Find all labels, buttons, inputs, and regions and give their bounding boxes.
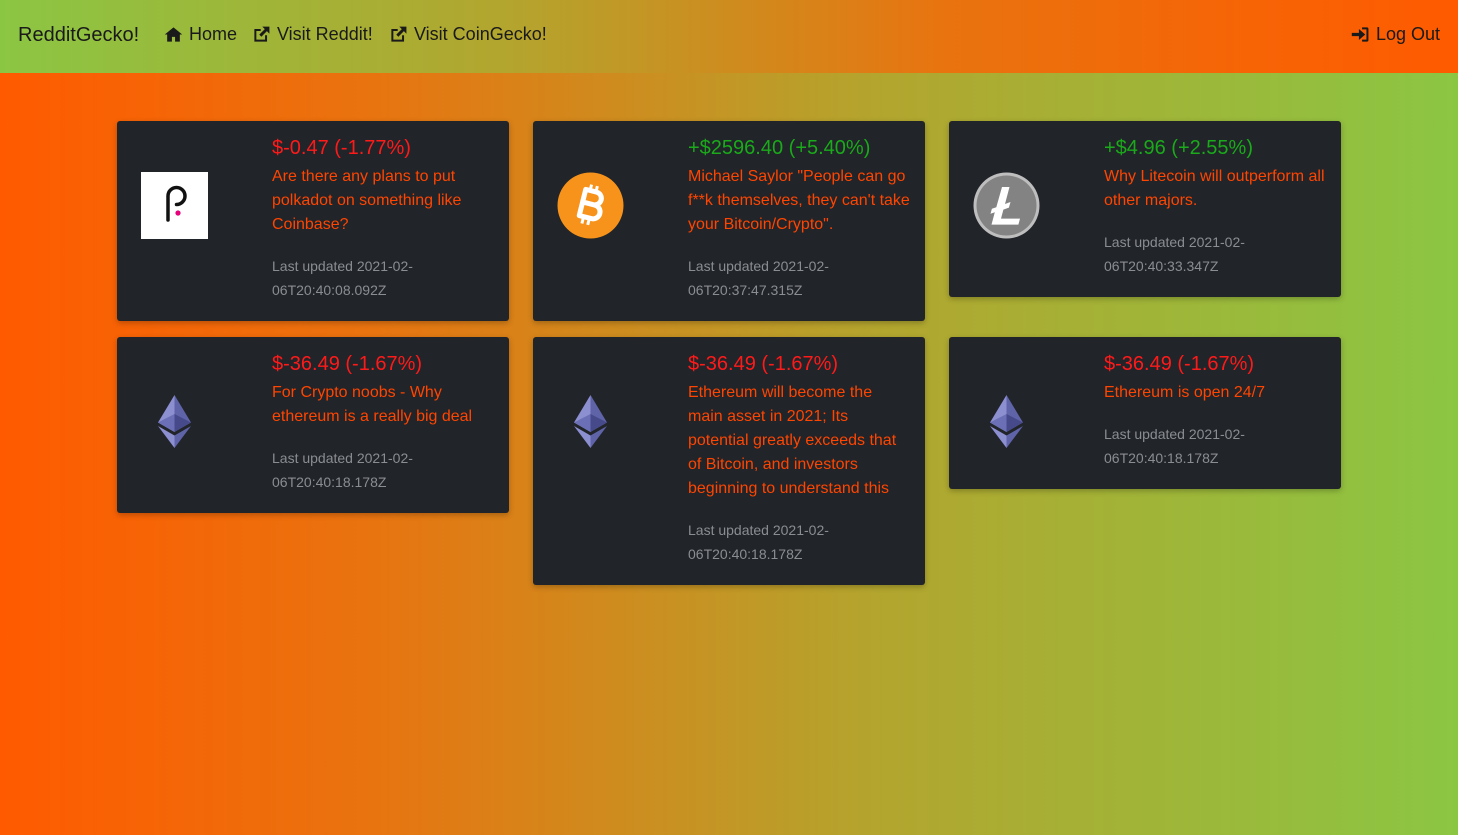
price-change: +$2596.40 (+5.40%): [688, 137, 871, 159]
polkadot-logo-icon: [141, 172, 208, 239]
last-updated-line1: Last updated 2021-02-: [272, 258, 413, 274]
ethereum-logo-icon: [990, 395, 1023, 448]
ethereum-logo-icon: [158, 395, 191, 448]
post-card: +$4.96 (+2.55%) Why Litecoin will outper…: [949, 121, 1341, 297]
external-link-icon: [391, 26, 407, 42]
post-title-link[interactable]: Ethereum is open 24/7: [1104, 381, 1326, 405]
external-link-icon: [254, 26, 270, 42]
post-card: $-0.47 (-1.77%) Are there any plans to p…: [117, 121, 509, 321]
sign-in-icon: [1351, 27, 1369, 42]
last-updated-line2: 06T20:40:33.347Z: [1104, 258, 1219, 274]
post-title-link[interactable]: Are there any plans to put polkadot on s…: [272, 165, 494, 237]
post-title-link[interactable]: Why Litecoin will outperform all other m…: [1104, 165, 1326, 213]
last-updated-line1: Last updated 2021-02-: [688, 258, 829, 274]
last-updated: Last updated 2021-02- 06T20:40:18.178Z: [688, 518, 910, 566]
price-change: $-36.49 (-1.67%): [688, 353, 839, 375]
logout-label: Log Out: [1376, 24, 1441, 44]
price-change: $-36.49 (-1.67%): [1104, 353, 1255, 375]
last-updated-line1: Last updated 2021-02-: [1104, 234, 1245, 250]
price-change: $-36.49 (-1.67%): [272, 353, 423, 375]
last-updated-line2: 06T20:40:18.178Z: [1104, 450, 1219, 466]
nav-visit-coingecko-label: Visit CoinGecko!: [414, 24, 547, 44]
nav-visit-reddit-label: Visit Reddit!: [277, 24, 373, 44]
last-updated-line1: Last updated 2021-02-: [688, 522, 829, 538]
post-title-link[interactable]: For Crypto noobs - Why ethereum is a rea…: [272, 381, 494, 429]
logout-link[interactable]: Log Out: [1351, 24, 1440, 45]
last-updated-line1: Last updated 2021-02-: [1104, 426, 1245, 442]
nav-visit-coingecko-link[interactable]: Visit CoinGecko!: [389, 24, 547, 45]
brand-link[interactable]: RedditGecko!: [18, 24, 139, 47]
last-updated: Last updated 2021-02- 06T20:37:47.315Z: [688, 254, 910, 302]
nav-home-link[interactable]: Home: [164, 24, 237, 45]
ethereum-logo-icon: [574, 395, 607, 448]
last-updated-line1: Last updated 2021-02-: [272, 450, 413, 466]
post-card: $-36.49 (-1.67%) For Crypto noobs - Why …: [117, 337, 509, 513]
last-updated-line2: 06T20:40:18.178Z: [688, 546, 803, 562]
last-updated-line2: 06T20:40:08.092Z: [272, 282, 387, 298]
post-title-link[interactable]: Ethereum will become the main asset in 2…: [688, 381, 910, 501]
last-updated: Last updated 2021-02- 06T20:40:33.347Z: [1104, 230, 1326, 278]
last-updated-line2: 06T20:40:18.178Z: [272, 474, 387, 490]
nav-visit-reddit-link[interactable]: Visit Reddit!: [252, 24, 373, 45]
last-updated: Last updated 2021-02- 06T20:40:18.178Z: [272, 446, 494, 494]
litecoin-logo-icon: [973, 172, 1040, 239]
bitcoin-logo-icon: [557, 172, 624, 239]
price-change: $-0.47 (-1.77%): [272, 137, 411, 159]
navbar: RedditGecko! Home Visit Reddit! Visit Co…: [0, 0, 1458, 73]
post-card: +$2596.40 (+5.40%) Michael Saylor "Peopl…: [533, 121, 925, 321]
post-card: $-36.49 (-1.67%) Ethereum is open 24/7 L…: [949, 337, 1341, 489]
last-updated: Last updated 2021-02- 06T20:40:18.178Z: [1104, 422, 1326, 470]
price-change: +$4.96 (+2.55%): [1104, 137, 1253, 159]
home-icon: [164, 27, 183, 42]
nav-home-label: Home: [189, 24, 238, 44]
last-updated-line2: 06T20:37:47.315Z: [688, 282, 803, 298]
post-title-link[interactable]: Michael Saylor "People can go f**k thems…: [688, 165, 910, 237]
last-updated: Last updated 2021-02- 06T20:40:08.092Z: [272, 254, 494, 302]
post-card: $-36.49 (-1.67%) Ethereum will become th…: [533, 337, 925, 585]
